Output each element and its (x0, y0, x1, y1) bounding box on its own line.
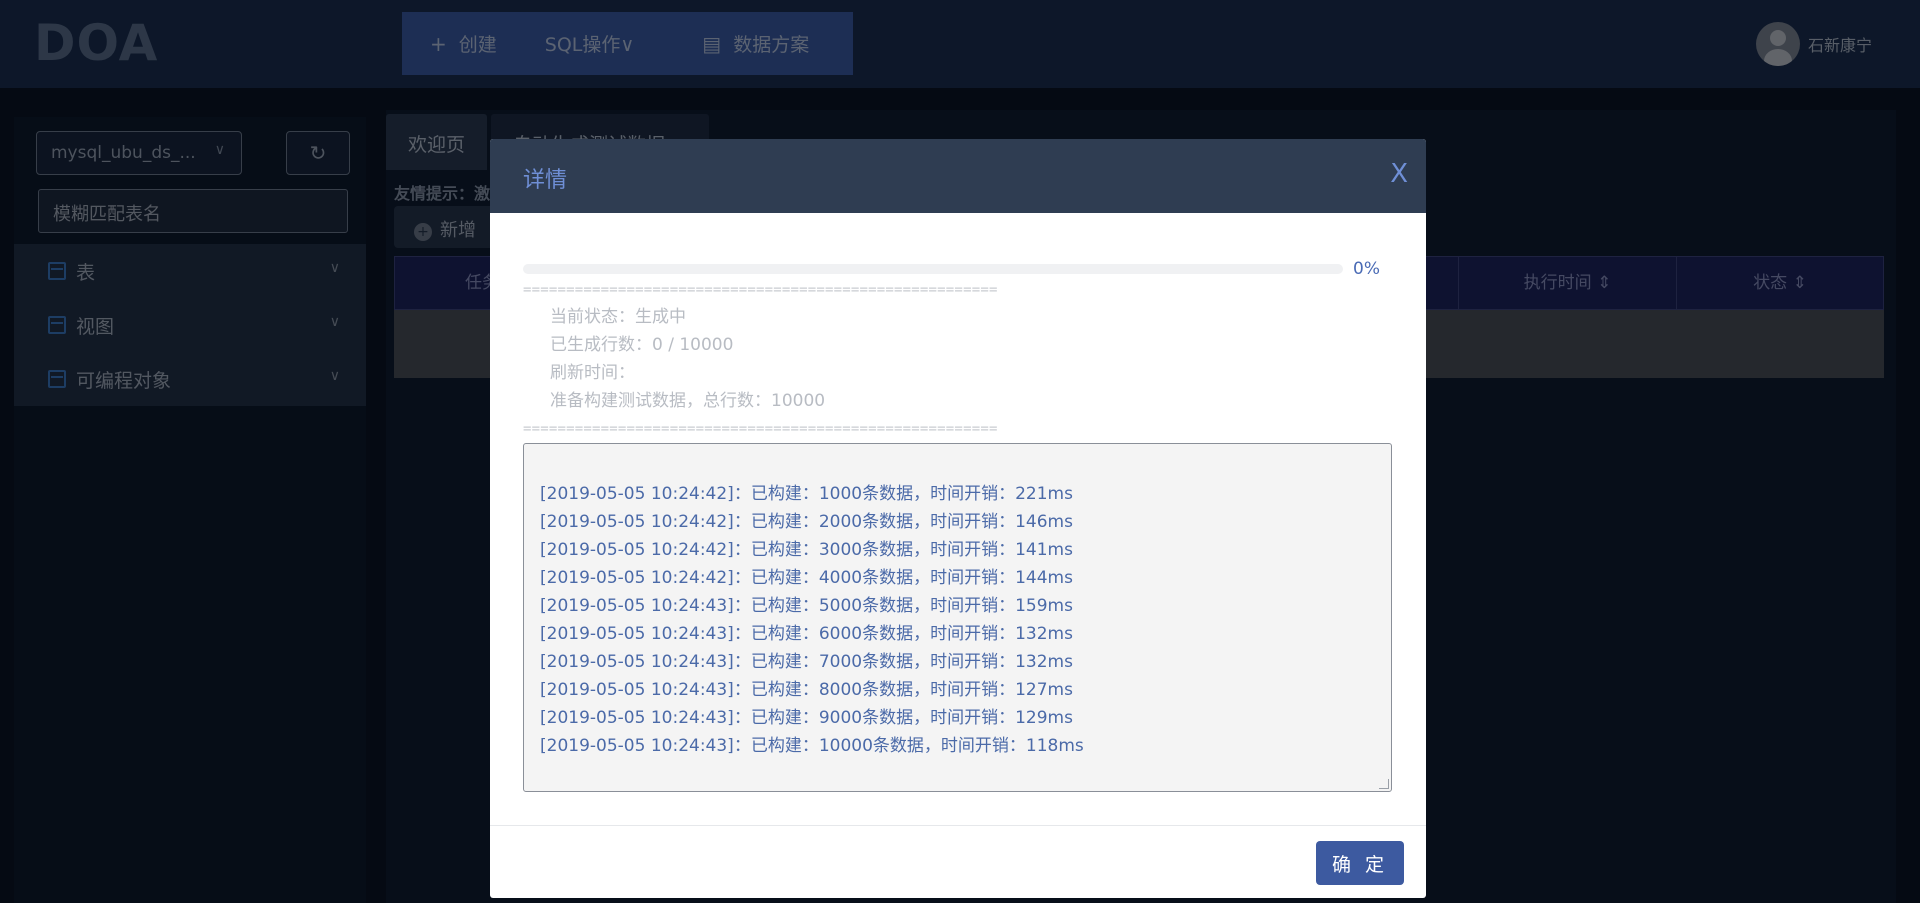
log-line: [2019-05-05 10:24:43]：已构建：5000条数据，时间开销：1… (540, 596, 1073, 616)
log-line: [2019-05-05 10:24:42]：已构建：2000条数据，时间开销：1… (540, 512, 1073, 532)
modal-footer: 确 定 (490, 825, 1426, 898)
modal-title: 详情 (523, 168, 568, 193)
progress-row: 0% (523, 259, 1403, 279)
status-block: 当前状态：生成中 已生成行数：0 / 10000 刷新时间： 准备构建测试数据，… (550, 303, 825, 415)
log-line: [2019-05-05 10:24:42]：已构建：1000条数据，时间开销：2… (540, 484, 1073, 504)
log-textarea[interactable]: [2019-05-05 10:24:42]：已构建：1000条数据，时间开销：2… (523, 443, 1392, 792)
log-line: [2019-05-05 10:24:43]：已构建：7000条数据，时间开销：1… (540, 652, 1073, 672)
log-line: [2019-05-05 10:24:43]：已构建：9000条数据，时间开销：1… (540, 708, 1073, 728)
progress-bar (523, 264, 1343, 274)
resize-grip-icon[interactable] (1379, 779, 1389, 789)
progress-percent: 0% (1353, 259, 1380, 279)
status-current: 当前状态：生成中 (550, 307, 686, 327)
status-prepare: 准备构建测试数据，总行数：10000 (550, 391, 826, 411)
divider-bottom: ========================================… (523, 421, 998, 437)
log-line: [2019-05-05 10:24:42]：已构建：3000条数据，时间开销：1… (540, 540, 1073, 560)
log-line: [2019-05-05 10:24:43]：已构建：10000条数据，时间开销：… (540, 736, 1084, 756)
status-refresh-time: 刷新时间： (550, 363, 635, 383)
confirm-button[interactable]: 确 定 (1316, 841, 1404, 885)
divider-top: ========================================… (523, 282, 998, 298)
log-line: [2019-05-05 10:24:43]：已构建：8000条数据，时间开销：1… (540, 680, 1073, 700)
details-modal: 详情 X 0% ================================… (490, 139, 1426, 898)
log-line: [2019-05-05 10:24:43]：已构建：6000条数据，时间开销：1… (540, 624, 1073, 644)
log-line: [2019-05-05 10:24:42]：已构建：4000条数据，时间开销：1… (540, 568, 1073, 588)
modal-header: 详情 X (490, 139, 1426, 213)
close-icon[interactable]: X (1390, 159, 1408, 189)
status-generated: 已生成行数：0 / 10000 (550, 335, 734, 355)
